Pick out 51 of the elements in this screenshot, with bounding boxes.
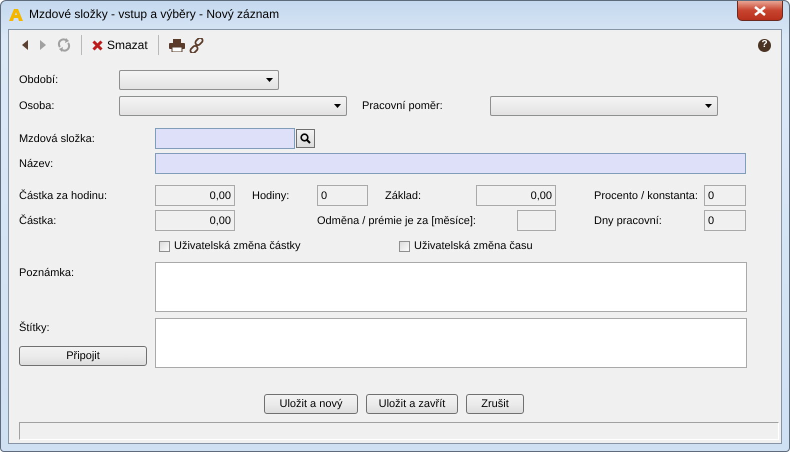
save-close-button[interactable]: Uložit a zavřít: [366, 394, 458, 414]
checkbox-label: Uživatelská změna částky: [174, 240, 301, 252]
text-field[interactable]: [155, 128, 295, 149]
back-arrow-icon[interactable]: [21, 40, 29, 50]
note-field[interactable]: [155, 262, 747, 312]
search-icon: [300, 133, 311, 144]
dropdown[interactable]: [119, 96, 347, 116]
cross-icon: [92, 40, 103, 50]
field-label: Období:: [19, 74, 60, 86]
dropdown-caret-icon: [266, 78, 273, 82]
field-label: Mzdová složka:: [19, 132, 96, 144]
field-label: Dny pracovní:: [594, 214, 663, 226]
text-field[interactable]: [155, 153, 746, 174]
checkbox[interactable]: [159, 240, 170, 252]
field-label: Základ:: [385, 190, 422, 202]
app-logo-icon: [9, 9, 23, 21]
search-button[interactable]: [296, 129, 315, 148]
text-field[interactable]: 0,00: [155, 185, 235, 206]
text-field[interactable]: 0: [704, 185, 746, 206]
save-new-button[interactable]: Uložit a nový: [264, 394, 358, 414]
cancel-button[interactable]: Zrušit: [466, 394, 524, 414]
delete-button[interactable]: Smazat: [92, 38, 148, 52]
field-label: Poznámka:: [19, 266, 76, 279]
help-icon[interactable]: ?: [758, 38, 771, 52]
field-label: Odměna / prémie je za [měsíce]:: [317, 214, 477, 226]
text-field[interactable]: 0: [704, 210, 746, 231]
field-label: Hodiny:: [252, 190, 290, 202]
field-label: Procento / konstanta:: [594, 190, 699, 202]
dropdown-caret-icon: [334, 104, 341, 108]
print-icon[interactable]: [168, 38, 185, 52]
close-icon: [754, 6, 766, 16]
field-label: Pracovní poměr:: [362, 100, 444, 112]
tags-field[interactable]: [155, 318, 747, 368]
link-icon[interactable]: [188, 38, 204, 52]
window-title: Mzdové složky - vstup a výběry - Nový záznam: [29, 6, 280, 21]
text-field[interactable]: 0,00: [476, 185, 556, 206]
text-field[interactable]: 0: [317, 185, 368, 206]
field-label: Částka za hodinu:: [19, 190, 108, 202]
dropdown-caret-icon: [705, 104, 712, 108]
dropdown[interactable]: [490, 96, 718, 116]
text-field[interactable]: [517, 210, 556, 231]
field-label: Název:: [19, 158, 54, 170]
checkbox[interactable]: [399, 240, 410, 252]
close-button[interactable]: [737, 1, 783, 21]
dropdown[interactable]: [119, 70, 279, 90]
checkbox-label: Uživatelská změna času: [414, 240, 533, 252]
text-field[interactable]: 0,00: [155, 210, 235, 231]
field-label: Osoba:: [19, 100, 56, 112]
field-label: Štítky:: [19, 322, 51, 334]
attach-button[interactable]: Připojit: [19, 346, 147, 366]
field-label: Částka:: [19, 214, 58, 226]
